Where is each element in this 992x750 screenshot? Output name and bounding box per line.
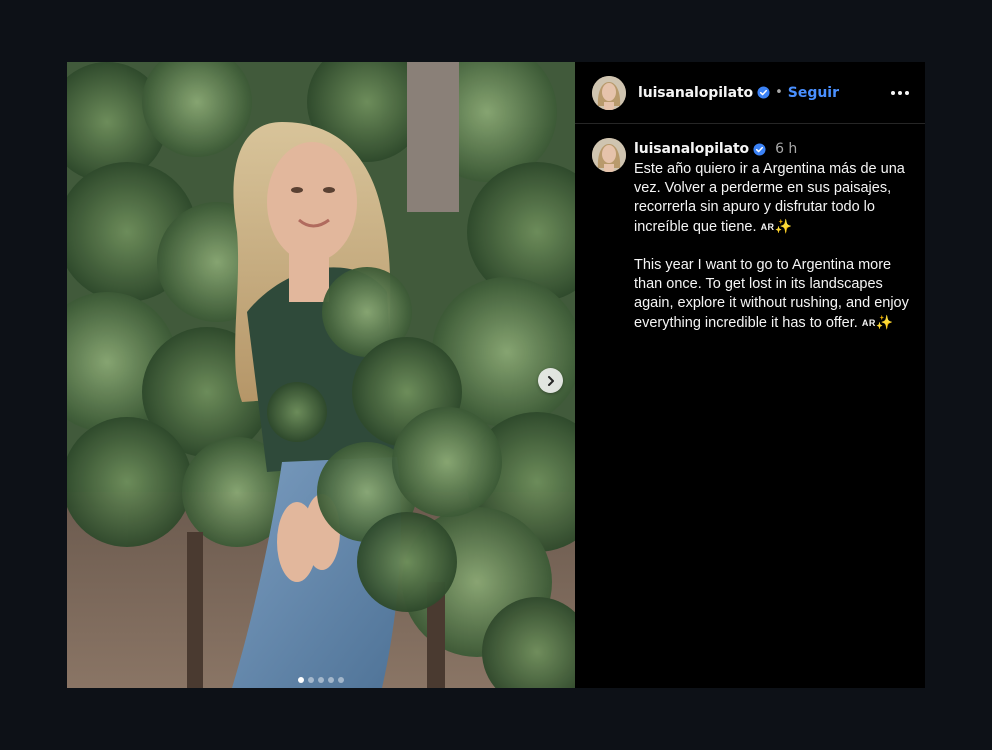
caption-body: luisanalopilato 6 h Este año quiero ir a… [634, 138, 911, 333]
post-media [67, 62, 575, 688]
sparkles-icon: ✨ [774, 218, 792, 234]
more-options-button[interactable] [889, 85, 911, 101]
next-image-button[interactable] [538, 368, 563, 393]
sparkles-icon: ✨ [875, 314, 894, 330]
caption-meta: luisanalopilato 6 h [634, 138, 911, 160]
follow-button[interactable]: Seguir [788, 85, 839, 101]
carousel-dot [328, 677, 334, 683]
header-separator: • [775, 85, 783, 100]
post-header: luisanalopilato • Seguir [575, 62, 925, 124]
caption-text-english: This year I want to go to Argentina more… [634, 256, 911, 333]
chevron-right-icon [546, 371, 556, 390]
avatar[interactable] [592, 75, 626, 110]
post-photo [67, 62, 575, 688]
carousel-indicator [67, 677, 575, 683]
header-username[interactable]: luisanalopilato [638, 85, 753, 101]
post-modal: luisanalopilato • Seguir luisanalopilato… [67, 62, 925, 688]
carousel-dot [298, 677, 304, 683]
avatar[interactable] [592, 138, 626, 172]
verified-badge-icon [753, 142, 766, 156]
more-horizontal-icon [891, 90, 895, 95]
carousel-dot [338, 677, 344, 683]
caption-username[interactable]: luisanalopilato [634, 141, 749, 157]
argentina-flag-icon: AR [861, 318, 876, 328]
verified-badge-icon [757, 86, 770, 99]
argentina-flag-icon: AR [760, 222, 775, 232]
caption-text-spanish: Este año quiero ir a Argentina más de un… [634, 160, 911, 237]
post-timestamp[interactable]: 6 h [775, 141, 797, 157]
carousel-dot [318, 677, 324, 683]
carousel-dot [308, 677, 314, 683]
post-side-panel: luisanalopilato • Seguir luisanalopilato… [575, 62, 925, 688]
caption-comment: luisanalopilato 6 h Este año quiero ir a… [575, 124, 925, 333]
page-background: luisanalopilato • Seguir luisanalopilato… [0, 0, 992, 750]
